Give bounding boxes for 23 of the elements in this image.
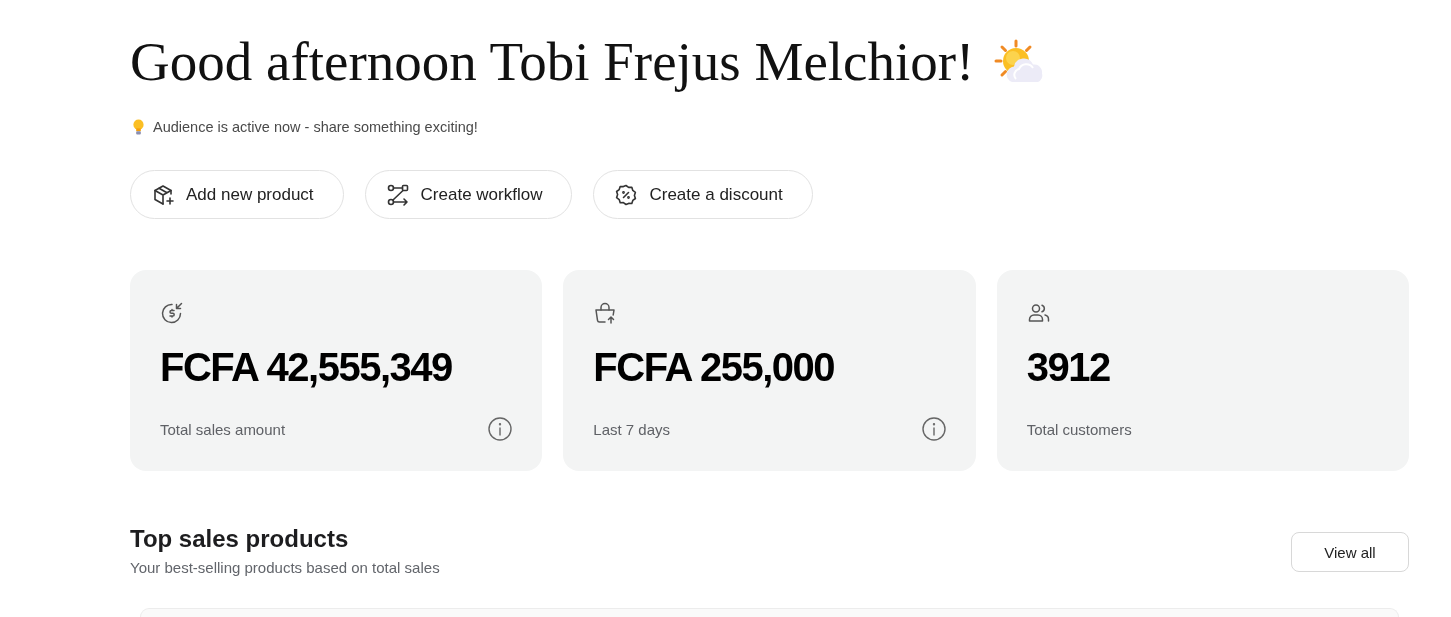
- stat-value: FCFA 42,555,349: [160, 344, 452, 391]
- action-button[interactable]: Create workflow: [364, 170, 573, 219]
- stat-label: Last 7 days: [593, 420, 671, 438]
- users-icon: [1026, 301, 1051, 325]
- stat-value: 3912: [1026, 344, 1110, 391]
- action-button[interactable]: Create a discount: [593, 170, 813, 219]
- section-subtitle: Your best-selling products based on total sales: [130, 558, 440, 578]
- action-button[interactable]: Add new product: [130, 170, 344, 219]
- lightbulb-icon: [132, 119, 145, 135]
- dollar-arrow-icon: [160, 301, 184, 325]
- greeting-subtitle: Audience is active now - share something exciting!: [153, 119, 478, 135]
- greeting-title: Good afternoon Tobi Frejus Melchior!: [130, 30, 975, 94]
- info-icon[interactable]: [488, 417, 513, 441]
- bag-arrow-icon: [593, 301, 618, 325]
- section-title: Top sales products: [130, 524, 350, 554]
- stat-label: Total sales amount: [160, 420, 286, 438]
- info-icon[interactable]: [921, 417, 946, 441]
- view-all-button[interactable]: View all: [1291, 532, 1409, 572]
- box-plus-icon: [151, 182, 175, 207]
- nodes-arrow-icon: [385, 182, 410, 207]
- percent-badge-icon: [614, 182, 639, 207]
- stat-value: FCFA 255,000: [593, 344, 834, 391]
- stat-label: Total customers: [1026, 420, 1132, 438]
